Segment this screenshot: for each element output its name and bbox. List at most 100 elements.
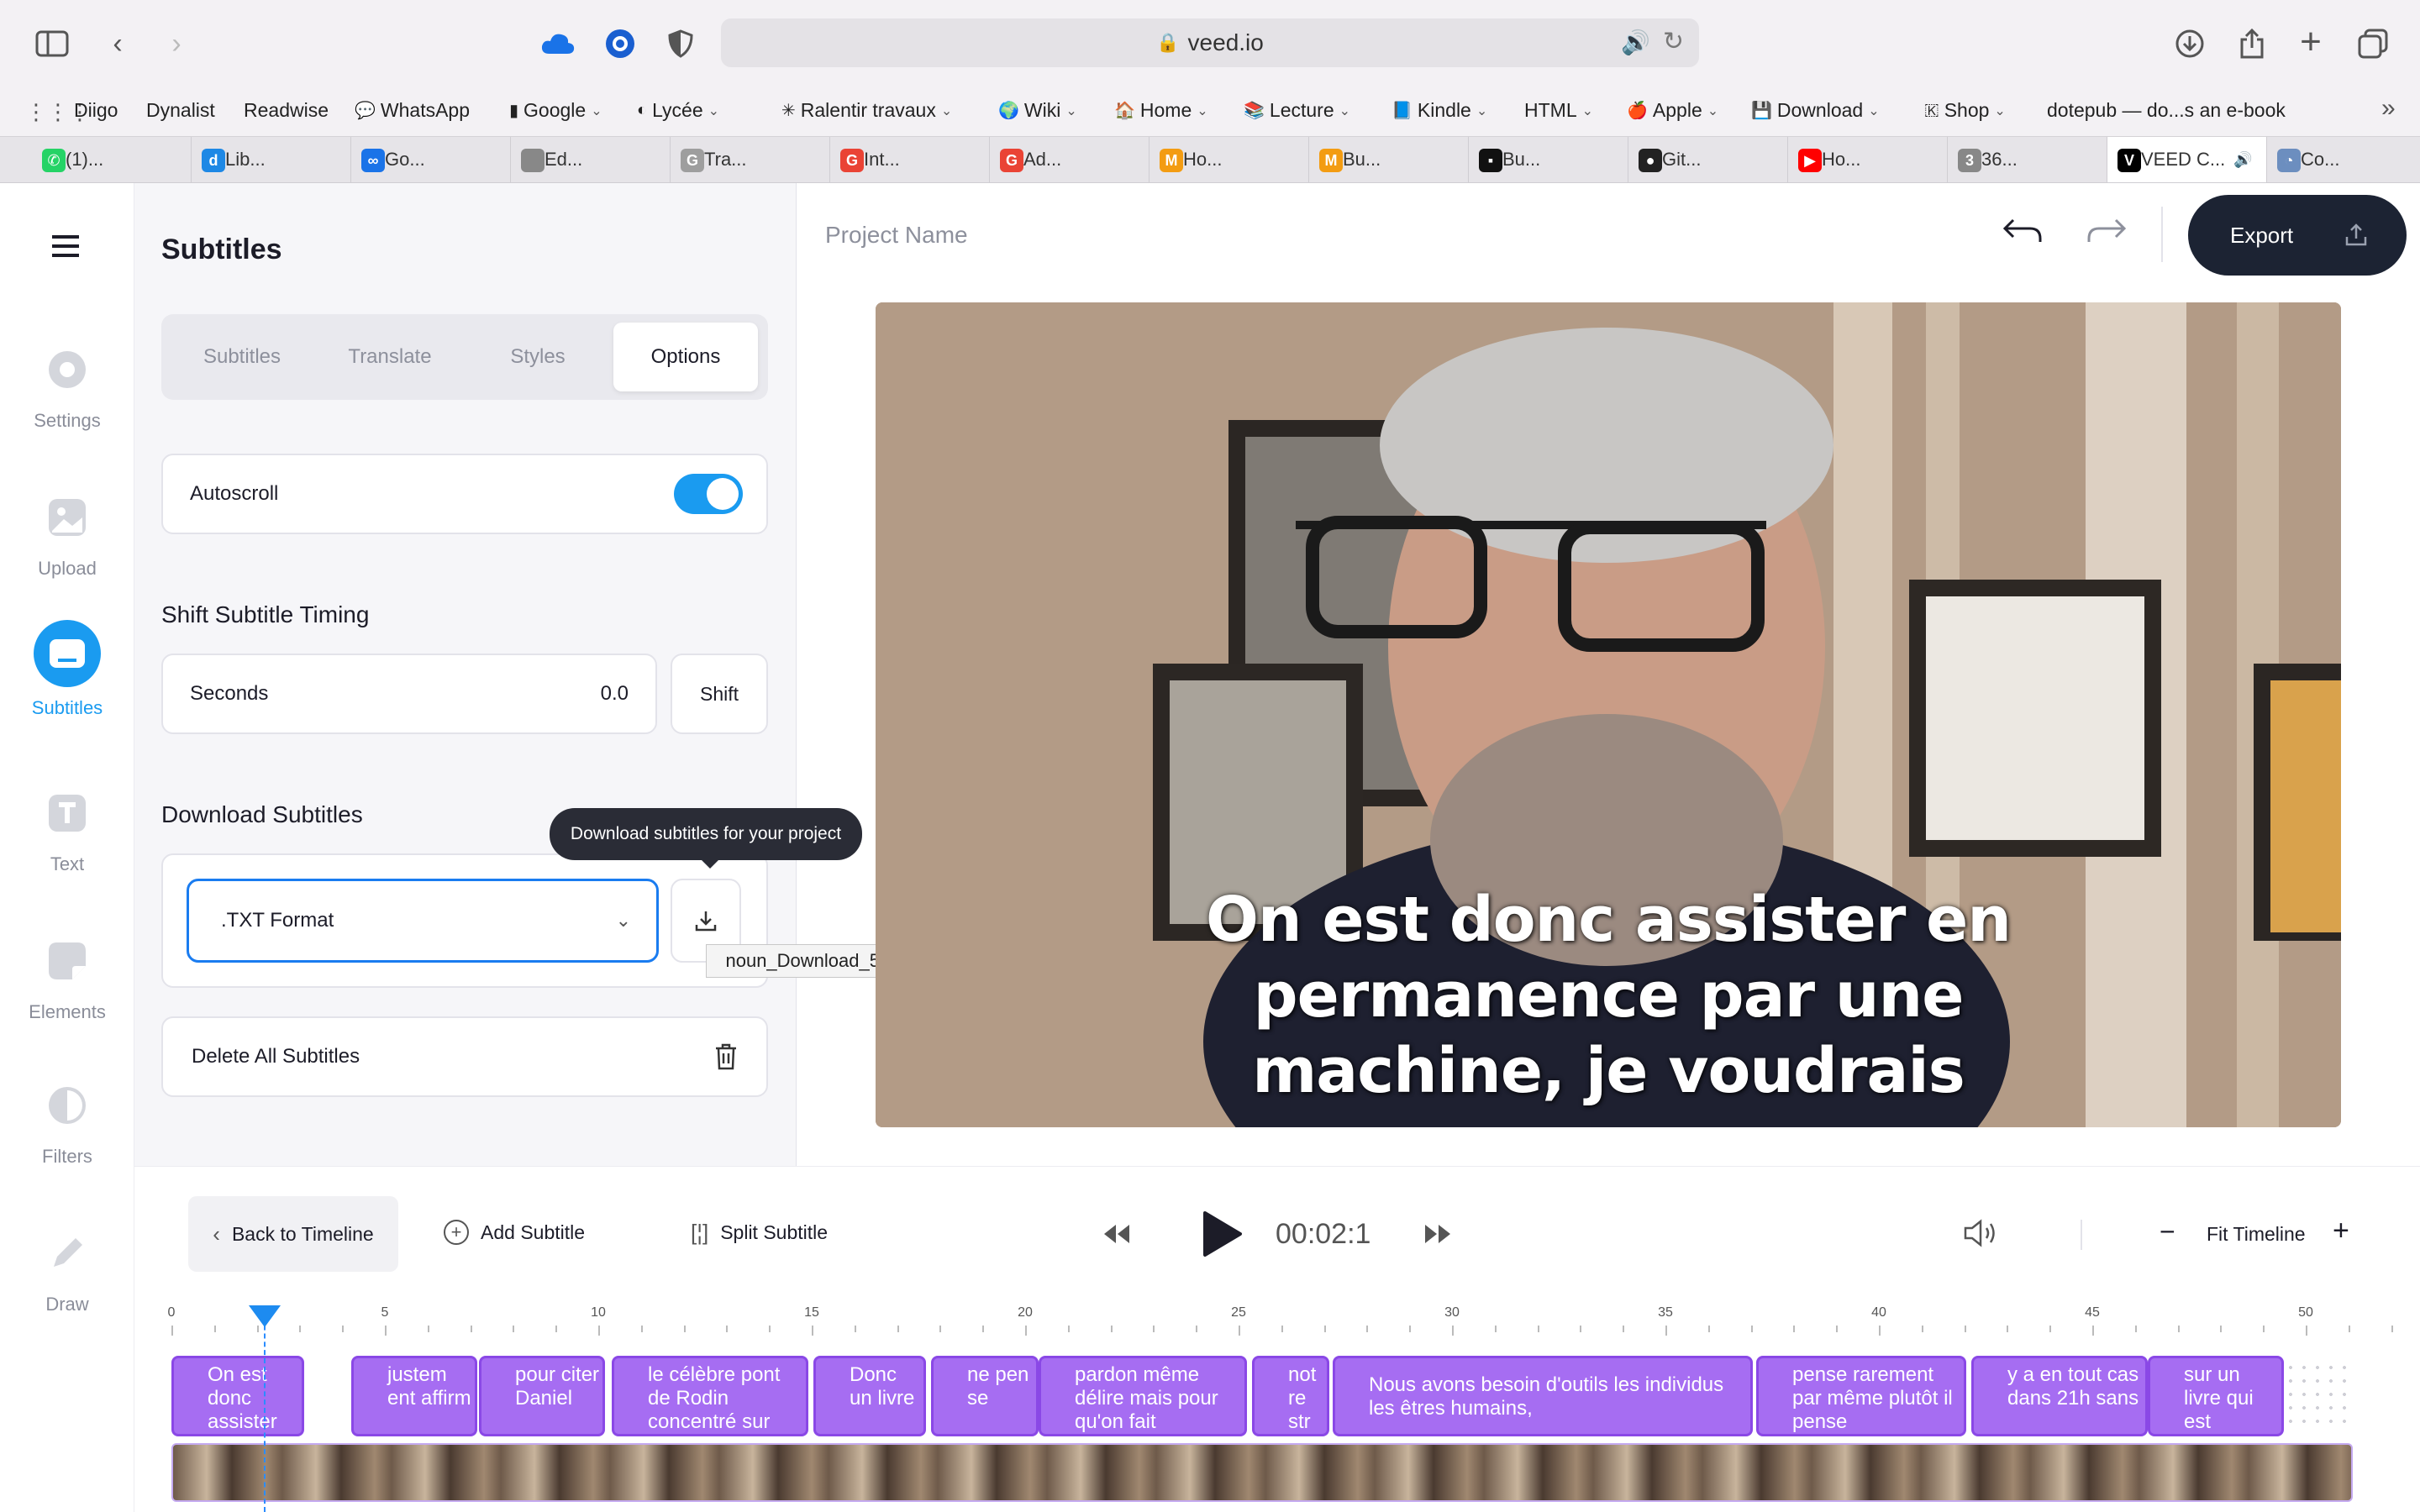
nav-draw[interactable]: Draw [0, 1223, 134, 1315]
subtitle-block[interactable]: pense rarement par même plutôt il pense [1756, 1356, 1966, 1436]
audio-playing-icon[interactable]: 🔊 [1621, 29, 1650, 56]
subtitle-block[interactable]: y a en tout cas dans 21h sans [1971, 1356, 2148, 1436]
browser-tab[interactable]: G Ad... [990, 137, 1150, 182]
cloud-icon[interactable] [538, 24, 578, 64]
bookmark-favicon-icon: 📚 [1244, 102, 1265, 120]
downloads-icon[interactable] [2170, 24, 2210, 64]
bookmark-item[interactable]: 🏠 Home ⌄ [1114, 99, 1208, 122]
forward-arrow-icon[interactable]: › [156, 24, 197, 64]
browser-tab[interactable]: ▶ Ho... [1788, 137, 1948, 182]
tab-audio-icon[interactable]: 🔊 [2233, 151, 2252, 169]
subtitle-block[interactable]: ne pen se [931, 1356, 1039, 1436]
hamburger-menu-icon[interactable] [52, 235, 79, 257]
bookmark-item[interactable]: 🍎 Apple ⌄ [1627, 99, 1718, 122]
nav-upload[interactable]: Upload [0, 487, 134, 580]
browser-tab[interactable]: Ed... [511, 137, 671, 182]
bookmark-item[interactable]: Diigo [74, 99, 118, 122]
split-subtitle-button[interactable]: [¦] Split Subtitle [691, 1220, 828, 1246]
new-tab-icon[interactable]: + [2291, 21, 2331, 62]
subtitle-block[interactable]: justem ent affirm [351, 1356, 477, 1436]
tab-translate[interactable]: Translate [319, 323, 460, 391]
sidebar-toggle-icon[interactable] [32, 24, 72, 64]
browser-tab[interactable]: ● Git... [1628, 137, 1788, 182]
bookmark-item[interactable]: 💾 Download ⌄ [1751, 99, 1880, 122]
bookmark-item[interactable]: Readwise [244, 99, 329, 122]
volume-icon[interactable] [1963, 1218, 2002, 1252]
subtitle-block[interactable]: le célèbre pont de Rodin concentré sur [612, 1356, 808, 1436]
bookmark-item[interactable]: Dynalist [146, 99, 215, 122]
nav-settings[interactable]: Settings [0, 339, 134, 432]
ruler-tick-mark [2220, 1326, 2223, 1332]
bookmark-item[interactable]: ◐ Lycée ⌄ [637, 99, 719, 122]
seconds-field[interactable]: Seconds 0.0 [161, 654, 657, 734]
back-to-timeline-button[interactable]: ‹ Back to Timeline [188, 1196, 398, 1272]
format-select[interactable]: .TXT Format ⌄ [187, 879, 659, 963]
delete-all-row[interactable]: Delete All Subtitles [161, 1016, 768, 1097]
subtitle-block[interactable]: Nous avons besoin d'outils les individus… [1333, 1356, 1753, 1436]
subtitle-block[interactable]: Donc un livre [813, 1356, 926, 1436]
rewind-icon[interactable] [1102, 1223, 1131, 1249]
autoscroll-toggle[interactable] [674, 474, 743, 514]
export-button[interactable]: Export [2188, 195, 2407, 276]
browser-tab[interactable]: ▪ Bu... [1469, 137, 1628, 182]
bookmark-item[interactable]: HTML ⌄ [1524, 99, 1593, 122]
project-name[interactable]: Project Name [825, 222, 968, 249]
browser-tab[interactable]: M Ho... [1150, 137, 1309, 182]
tab-styles[interactable]: Styles [467, 323, 608, 391]
browser-tab[interactable]: 3 36... [1948, 137, 2107, 182]
nav-subtitles[interactable]: Subtitles [0, 620, 134, 719]
ruler-tick-mark [1494, 1326, 1497, 1332]
subtitle-block[interactable]: not re str [1252, 1356, 1329, 1436]
subtitle-block[interactable]: On est donc assister en [171, 1356, 304, 1436]
bookmark-item[interactable]: ✳ Ralentir travaux ⌄ [781, 99, 952, 122]
browser-tab[interactable]: G Int... [830, 137, 990, 182]
browser-tab[interactable]: d Lib... [192, 137, 351, 182]
shift-button[interactable]: Shift [671, 654, 768, 734]
browser-tab[interactable]: V VEED C... 🔊 [2107, 137, 2267, 182]
toolbar-divider [2161, 207, 2163, 262]
playhead-handle[interactable] [249, 1305, 281, 1327]
subtitle-block[interactable]: sur un livre qui est [2148, 1356, 2284, 1436]
extension-globe-icon[interactable] [600, 24, 640, 64]
bookmark-item[interactable]: 💬 WhatsApp [355, 99, 470, 122]
tab-options[interactable]: Options [613, 323, 758, 391]
ruler-tick-mark [769, 1326, 771, 1332]
shield-icon[interactable] [660, 24, 701, 64]
browser-tab[interactable]: ✆ (1)... [32, 137, 192, 182]
zoom-out-button[interactable]: − [2160, 1216, 2175, 1247]
trash-icon[interactable] [714, 1043, 738, 1070]
subtitle-caption[interactable]: On est donc assister en permanence par u… [876, 882, 2341, 1109]
bookmark-item[interactable]: ▮ Google ⌄ [509, 99, 602, 122]
subtitle-block[interactable]: pour citer Daniel [479, 1356, 605, 1436]
redo-icon[interactable] [2086, 217, 2128, 251]
bookmark-item[interactable]: 📘 Kindle ⌄ [1392, 99, 1487, 122]
undo-icon[interactable] [2002, 217, 2044, 251]
bookmark-item[interactable]: 🇰 Shop ⌄ [1924, 99, 2006, 122]
play-button[interactable] [1202, 1210, 1244, 1263]
bookmark-label: Lycée [652, 99, 703, 121]
video-filmstrip[interactable] [171, 1443, 2353, 1502]
tab-overview-icon[interactable] [2353, 24, 2393, 64]
bookmark-item[interactable]: dotepub — do...s an e-book [2047, 99, 2286, 122]
video-preview[interactable]: On est donc assister en permanence par u… [876, 302, 2341, 1127]
browser-tab[interactable]: G Tra... [671, 137, 830, 182]
nav-text[interactable]: Text [0, 783, 134, 875]
bookmark-item[interactable]: 📚 Lecture ⌄ [1244, 99, 1350, 122]
subtitle-block[interactable]: pardon même délire mais pour qu'on fait [1039, 1356, 1247, 1436]
browser-tab[interactable]: M Bu... [1309, 137, 1469, 182]
nav-elements[interactable]: Elements [0, 931, 134, 1023]
fit-timeline-button[interactable]: Fit Timeline [2207, 1223, 2306, 1246]
tab-subtitles[interactable]: Subtitles [171, 323, 313, 391]
share-icon[interactable] [2232, 24, 2272, 64]
bookmark-item[interactable]: 🌍 Wiki ⌄ [998, 99, 1077, 122]
fast-forward-icon[interactable] [1423, 1223, 1452, 1249]
back-arrow-icon[interactable]: ‹ [97, 24, 138, 64]
zoom-in-button[interactable]: + [2333, 1215, 2349, 1247]
browser-tab[interactable]: ∞ Go... [351, 137, 511, 182]
address-bar[interactable]: 🔒 veed.io 🔊 ↻ [721, 18, 1699, 67]
nav-filters[interactable]: Filters [0, 1075, 134, 1168]
add-subtitle-button[interactable]: + Add Subtitle [444, 1220, 585, 1245]
reload-icon[interactable]: ↻ [1663, 27, 1684, 56]
browser-tab[interactable]: ◔ Co... [2267, 137, 2420, 182]
more-bookmarks-icon[interactable]: » [2381, 94, 2396, 123]
